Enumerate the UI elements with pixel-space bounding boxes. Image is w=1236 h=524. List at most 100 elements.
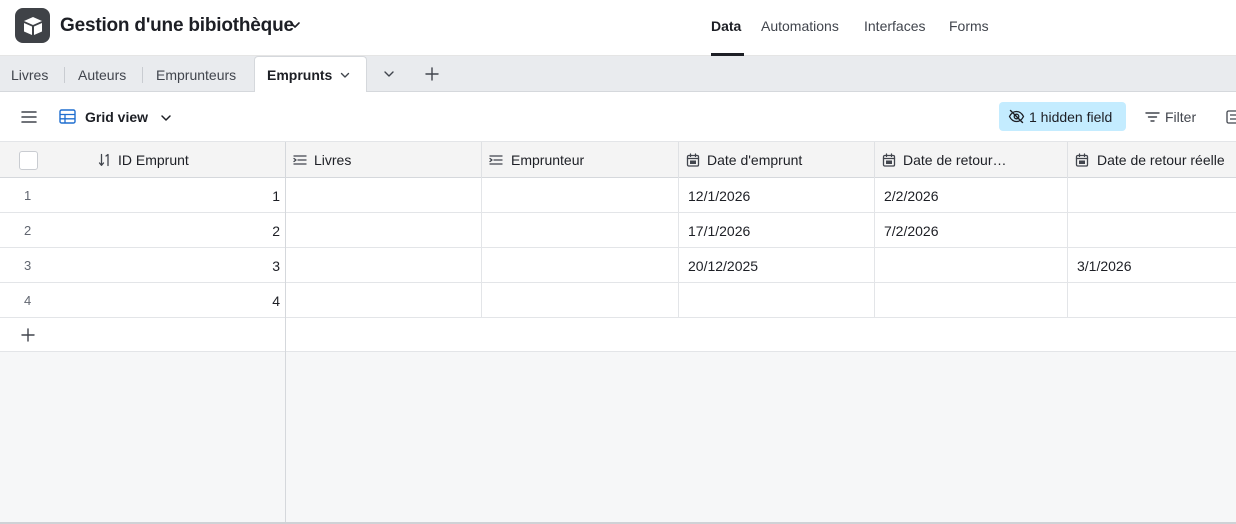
row-number: 2: [24, 223, 32, 238]
hide-fields-label: 1 hidden field: [1029, 109, 1113, 125]
linked-record-icon: [489, 155, 503, 165]
table-row[interactable]: 12/1/2026 2/2/2026: [286, 178, 1236, 213]
column-label: Date de retour…: [903, 152, 1007, 168]
nav-forms[interactable]: Forms: [949, 18, 989, 34]
column-label: Date d'emprunt: [707, 152, 803, 168]
frozen-pane-divider[interactable]: [285, 142, 286, 524]
table-tabs: Livres Auteurs Emprunteurs Emprunts: [0, 56, 1236, 93]
base-title[interactable]: Gestion d'une bibiothèque: [60, 15, 294, 37]
column-label: Emprunteur: [511, 152, 585, 168]
calendar-icon: [1075, 153, 1089, 167]
hide-fields-button[interactable]: 1 hidden field: [999, 102, 1126, 131]
cell-value: 2/2/2026: [884, 188, 939, 204]
grid-primary-pane: 1 1 2 2 3 3 4 4: [0, 178, 286, 352]
chevron-down-icon[interactable]: [159, 112, 173, 124]
cell-emprunteur[interactable]: [482, 178, 679, 213]
cell-date-retour-reelle[interactable]: [1068, 283, 1236, 318]
cell-livres[interactable]: [286, 248, 482, 283]
cell-value: 12/1/2026: [688, 188, 751, 204]
cell-date-emprunt[interactable]: [679, 283, 875, 318]
cell-emprunteur[interactable]: [482, 213, 679, 248]
cell-date-retour[interactable]: 7/2/2026: [875, 213, 1068, 248]
add-record-button[interactable]: [0, 318, 286, 352]
top-header: Gestion d'une bibiothèque Data Automatio…: [0, 0, 1236, 56]
box-icon: [23, 16, 42, 35]
cell-livres[interactable]: [286, 213, 482, 248]
cell-date-retour[interactable]: [875, 283, 1068, 318]
linked-record-icon: [293, 155, 307, 165]
cell-date-retour-reelle[interactable]: 3/1/2026: [1068, 248, 1236, 283]
select-all-checkbox[interactable]: [19, 151, 38, 170]
tab-auteurs[interactable]: Auteurs: [78, 67, 126, 83]
all-tables-chevron-icon[interactable]: [381, 66, 397, 82]
filter-icon[interactable]: [1145, 111, 1160, 123]
add-table-plus-icon[interactable]: [424, 66, 440, 82]
nav-data[interactable]: Data: [711, 18, 741, 34]
tab-divider: [64, 67, 65, 83]
cell-date-retour[interactable]: [875, 248, 1068, 283]
cell-id-emprunt[interactable]: 4: [272, 293, 280, 309]
column-label: Livres: [314, 152, 352, 168]
cell-livres[interactable]: [286, 178, 482, 213]
base-logo[interactable]: [15, 8, 50, 43]
view-switcher[interactable]: Grid view: [85, 109, 148, 125]
table-row[interactable]: 1 1: [0, 178, 286, 213]
cell-date-emprunt[interactable]: 12/1/2026: [679, 178, 875, 213]
cell-value: 7/2/2026: [884, 223, 939, 239]
cell-livres[interactable]: [286, 283, 482, 318]
nav-automations[interactable]: Automations: [761, 18, 839, 34]
filter-button[interactable]: Filter: [1165, 109, 1196, 125]
cell-emprunteur[interactable]: [482, 283, 679, 318]
column-header-date-retour[interactable]: Date de retour…: [875, 142, 1068, 178]
grid-view-icon: [59, 109, 76, 124]
cell-date-retour-reelle[interactable]: [1068, 178, 1236, 213]
tab-emprunts-label: Emprunts: [267, 67, 333, 83]
cell-id-emprunt[interactable]: 2: [272, 223, 280, 239]
column-header-date-emprunt[interactable]: Date d'emprunt: [679, 142, 875, 178]
eye-slash-icon: [1008, 109, 1025, 124]
tab-livres[interactable]: Livres: [11, 67, 48, 83]
table-row[interactable]: 17/1/2026 7/2/2026: [286, 213, 1236, 248]
row-number: 1: [24, 188, 32, 203]
column-header-livres[interactable]: Livres: [286, 142, 482, 178]
column-header-emprunteur[interactable]: Emprunteur: [482, 142, 679, 178]
tab-emprunteurs[interactable]: Emprunteurs: [156, 67, 236, 83]
add-record-row[interactable]: [286, 318, 1236, 352]
row-number: 4: [24, 293, 32, 308]
cell-date-emprunt[interactable]: 17/1/2026: [679, 213, 875, 248]
nav-interfaces[interactable]: Interfaces: [864, 18, 925, 34]
cell-date-retour-reelle[interactable]: [1068, 213, 1236, 248]
plus-icon: [21, 328, 35, 342]
cell-value: 20/12/2025: [688, 258, 759, 274]
column-header-id-emprunt[interactable]: ID Emprunt: [90, 142, 286, 178]
cell-date-emprunt[interactable]: 20/12/2025: [679, 248, 875, 283]
table-row[interactable]: 20/12/2025 3/1/2026: [286, 248, 1236, 283]
select-all-cell: [0, 142, 90, 178]
column-label: Date de retour réelle: [1097, 152, 1225, 168]
table-row[interactable]: 3 3: [0, 248, 286, 283]
table-row[interactable]: [286, 283, 1236, 318]
cell-id-emprunt[interactable]: 3: [272, 258, 280, 274]
table-row[interactable]: 4 4: [0, 283, 286, 318]
cell-value: 17/1/2026: [688, 223, 751, 239]
chevron-down-icon[interactable]: [339, 69, 351, 81]
column-header-date-retour-reelle[interactable]: Date de retour réelle: [1068, 142, 1236, 178]
grid-header-row: ID Emprunt Livres Emprunteur Date d'empr…: [0, 142, 1236, 178]
cell-value: 3/1/2026: [1077, 258, 1132, 274]
cell-date-retour[interactable]: 2/2/2026: [875, 178, 1068, 213]
cell-id-emprunt[interactable]: 1: [272, 188, 280, 204]
grid-data-pane: 12/1/2026 2/2/2026 17/1/2026 7/2/2026 20…: [286, 178, 1236, 352]
column-label: ID Emprunt: [118, 152, 189, 168]
view-toolbar: Grid view 1 hidden field Filter: [0, 92, 1236, 142]
chevron-down-icon[interactable]: [288, 18, 302, 32]
sort-desc-icon: [98, 153, 109, 167]
row-number: 3: [24, 258, 32, 273]
tab-divider: [142, 67, 143, 83]
cell-emprunteur[interactable]: [482, 248, 679, 283]
table-row[interactable]: 2 2: [0, 213, 286, 248]
hamburger-menu-icon[interactable]: [21, 110, 37, 124]
group-icon[interactable]: [1226, 110, 1236, 124]
calendar-icon: [882, 153, 896, 167]
tab-emprunts[interactable]: Emprunts: [254, 56, 367, 93]
calendar-icon: [686, 153, 700, 167]
